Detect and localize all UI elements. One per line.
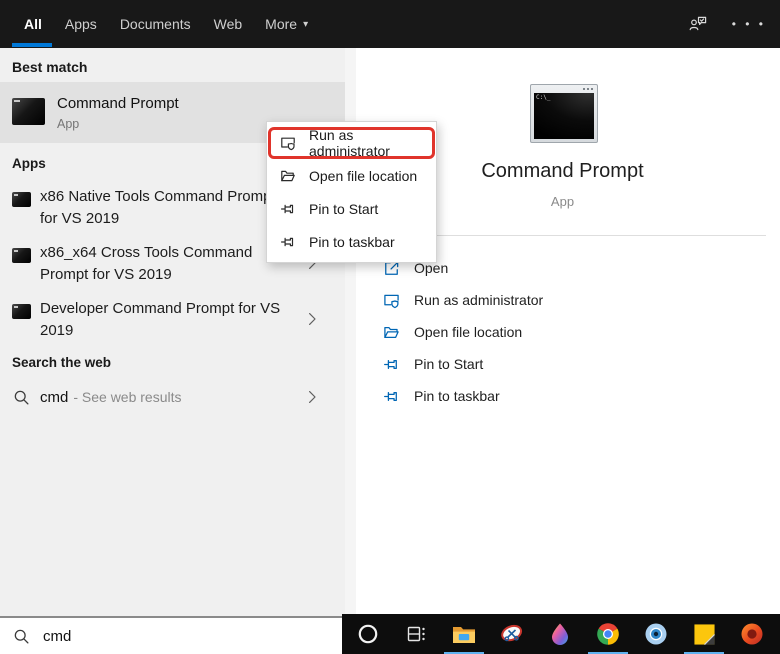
office-button[interactable] (728, 614, 776, 654)
taskbar-search-box[interactable] (0, 616, 342, 654)
menu-item-pin-to-start[interactable]: Pin to Start (267, 192, 436, 225)
pin-icon (383, 356, 400, 373)
action-pin-to-taskbar[interactable]: Pin to taskbar (345, 380, 780, 412)
folder-icon (383, 324, 400, 341)
office-icon (741, 623, 763, 645)
search-input[interactable] (41, 626, 285, 646)
blue-circle-app-icon (645, 623, 667, 645)
feedback-icon[interactable] (688, 14, 708, 34)
paint-drop-icon (552, 623, 568, 645)
sticky-notes-button[interactable] (680, 614, 728, 654)
cortana-icon (358, 624, 378, 644)
chevron-right-icon[interactable] (304, 311, 320, 327)
web-search-result[interactable]: cmd - See web results (0, 378, 345, 416)
best-match-title: Command Prompt (57, 95, 179, 112)
file-explorer-icon (453, 627, 475, 643)
search-icon (13, 389, 30, 406)
tab-all[interactable]: All (24, 16, 42, 32)
blue-circle-app-button[interactable] (632, 614, 680, 654)
windows-search-panel: All Apps Documents Web More ▾ • • • Best … (0, 0, 780, 654)
tab-documents[interactable]: Documents (120, 16, 191, 32)
task-view-icon (407, 626, 425, 642)
taskbar (342, 614, 780, 654)
sticky-notes-icon (693, 623, 715, 645)
file-explorer-button[interactable] (440, 614, 488, 654)
command-prompt-icon (12, 248, 31, 263)
chrome-button[interactable] (584, 614, 632, 654)
app-result-developer-command-prompt[interactable]: Developer Command Prompt for VS 2019 (0, 295, 345, 343)
snipping-tool-button[interactable] (488, 614, 536, 654)
icon-prompt-text: C:\_ (536, 94, 551, 101)
best-match-header: Best match (12, 59, 88, 75)
context-menu: Run as administrator Open file location … (266, 121, 437, 263)
action-run-as-administrator[interactable]: Run as administrator (345, 284, 780, 316)
task-view-button[interactable] (392, 614, 440, 654)
action-open-file-location[interactable]: Open file location (345, 316, 780, 348)
selected-tab-indicator (12, 43, 52, 47)
tab-apps[interactable]: Apps (65, 16, 97, 32)
paint-drop-button[interactable] (536, 614, 584, 654)
menu-item-run-as-administrator[interactable]: Run as administrator (267, 126, 436, 159)
app-result-title: x86_x64 Cross Tools Command Prompt for VS… (40, 244, 253, 283)
action-pin-to-start[interactable]: Pin to Start (345, 348, 780, 380)
apps-section-header: Apps (12, 156, 46, 171)
cortana-button[interactable] (344, 614, 392, 654)
app-result-title: x86 Native Tools Command Prompt for VS 20… (40, 188, 276, 227)
run-as-admin-icon (280, 135, 296, 151)
web-suffix: - See web results (73, 389, 182, 405)
search-icon (13, 628, 30, 645)
app-result-title: Developer Command Prompt for VS 2019 (40, 300, 281, 339)
pin-icon (280, 201, 296, 217)
chevron-down-icon: ▾ (303, 18, 309, 30)
command-prompt-icon (12, 304, 31, 319)
menu-item-open-file-location[interactable]: Open file location (267, 159, 436, 192)
chrome-icon (597, 623, 619, 645)
tab-more[interactable]: More ▾ (265, 16, 308, 32)
command-prompt-icon (12, 98, 45, 125)
tab-web[interactable]: Web (214, 16, 243, 32)
command-prompt-icon (12, 192, 31, 207)
folder-icon (280, 168, 296, 184)
preview-actions: Open Run as administrator Open file loca… (345, 252, 780, 412)
filter-tabs: All Apps Documents Web More ▾ (24, 0, 308, 48)
more-options-icon[interactable]: • • • (732, 17, 766, 31)
best-match-subtitle: App (57, 117, 80, 131)
search-filter-bar: All Apps Documents Web More ▾ • • • (0, 0, 780, 48)
pin-icon (383, 388, 400, 405)
pin-icon (280, 234, 296, 250)
command-prompt-large-icon: C:\_ (530, 84, 598, 143)
web-query: cmd (40, 389, 69, 406)
search-web-header: Search the web (12, 355, 112, 370)
chevron-right-icon[interactable] (304, 389, 320, 405)
menu-item-pin-to-taskbar[interactable]: Pin to taskbar (267, 225, 436, 258)
snipping-tool-icon (501, 624, 523, 642)
run-as-admin-icon (383, 292, 400, 309)
